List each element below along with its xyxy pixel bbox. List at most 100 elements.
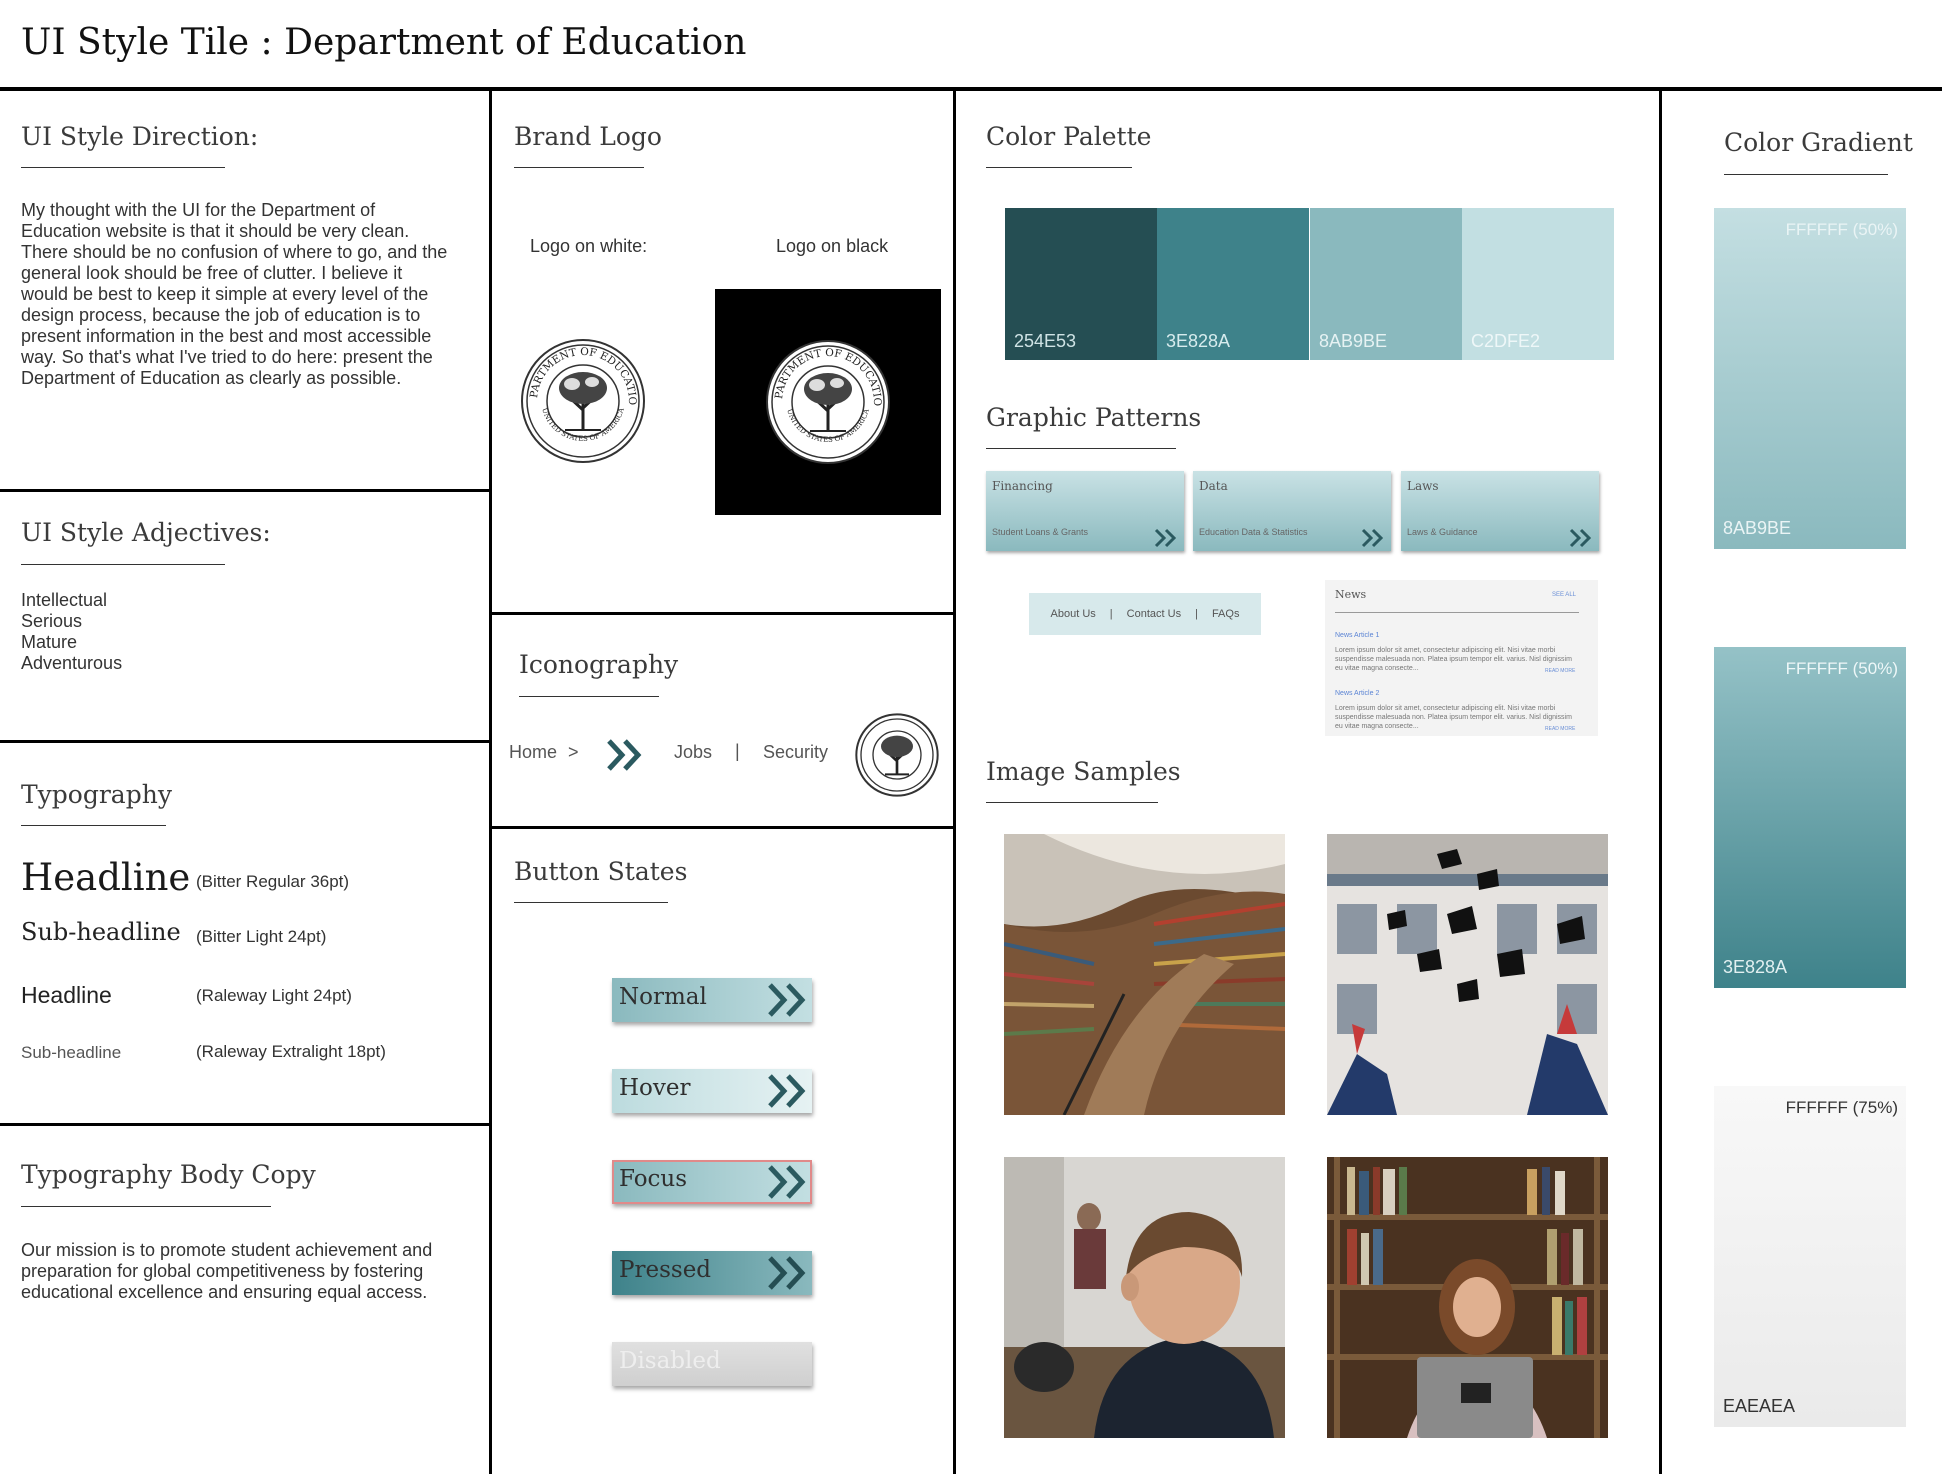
student-laptop-photo	[1327, 1157, 1608, 1438]
button-disabled: Disabled	[612, 1342, 812, 1386]
logo-black-background: DEPARTMENT OF EDUCATION UNITED STATES OF…	[715, 289, 941, 515]
pattern-card-financing[interactable]: Financing Student Loans & Grants	[986, 471, 1184, 551]
swatch-hex: C2DFE2	[1471, 331, 1541, 351]
news-article-title[interactable]: News Article 2	[1335, 690, 1379, 697]
title-underline	[519, 696, 659, 697]
headline-sample: Headline	[21, 856, 191, 899]
page-title: UI Style Tile : Department of Education	[21, 22, 747, 63]
font-spec: (Bitter Light 24pt)	[196, 927, 327, 946]
logo-on-white-label: Logo on white:	[530, 236, 648, 256]
gradient-bottom-label: 3E828A	[1723, 957, 1788, 977]
gradient-top-label: FFFFFF (50%)	[1785, 659, 1898, 678]
news-article-title[interactable]: News Article 1	[1335, 632, 1379, 639]
news-article-body: Lorem ipsum dolor sit amet, consectetur …	[1335, 647, 1572, 672]
nav-link-about[interactable]: About Us	[1051, 608, 1096, 620]
row-divider	[492, 612, 953, 615]
nav-link-contact[interactable]: Contact Us	[1127, 608, 1181, 620]
button-pressed[interactable]: Pressed	[612, 1251, 812, 1295]
color-swatch: C2DFE2	[1462, 208, 1614, 360]
headline-sample-sans: Headline	[21, 982, 112, 1008]
seal-icon[interactable]	[855, 713, 939, 797]
section-title: UI Style Direction:	[21, 122, 259, 151]
title-underline	[514, 167, 644, 168]
breadcrumb-home[interactable]: Home >	[509, 742, 579, 763]
read-more-link[interactable]: READ MORE	[1545, 668, 1576, 674]
direction-body: My thought with the UI for the Departmen…	[21, 200, 448, 388]
row-divider	[0, 489, 489, 492]
news-see-all-link[interactable]: SEE ALL	[1552, 592, 1576, 598]
nav-link-security[interactable]: Security	[763, 742, 828, 763]
read-more-link[interactable]: READ MORE	[1545, 726, 1576, 732]
card-title: Laws	[1407, 479, 1439, 493]
graduation-photo	[1327, 834, 1608, 1115]
chevron-double-right-icon	[1361, 528, 1384, 548]
title-underline	[514, 902, 668, 903]
card-title: Financing	[992, 479, 1053, 493]
utility-nav-bar: About Us | Contact Us | FAQs	[1029, 593, 1261, 635]
font-spec: (Raleway Light 24pt)	[196, 986, 352, 1005]
button-label: Disabled	[619, 1348, 721, 1374]
row-divider	[0, 740, 489, 743]
list-item: Adventurous	[21, 653, 123, 673]
font-spec: (Bitter Regular 36pt)	[196, 872, 350, 891]
library-photo	[1004, 834, 1285, 1115]
news-article-body: Lorem ipsum dolor sit amet, consectetur …	[1335, 705, 1572, 730]
seal-icon: DEPARTMENT OF EDUCATION UNITED STATES OF…	[765, 339, 890, 464]
section-title: Graphic Patterns	[986, 403, 1202, 432]
button-label: Normal	[619, 984, 707, 1010]
nav-link-faqs[interactable]: FAQs	[1212, 608, 1240, 620]
chevron-double-right-icon	[1569, 528, 1592, 548]
title-underline	[21, 564, 225, 565]
card-subtitle: Laws & Guidance	[1407, 527, 1478, 537]
title-underline	[21, 167, 225, 168]
section-title: Color Gradient	[1724, 128, 1913, 157]
logo-on-black-label: Logo on black	[776, 236, 889, 256]
chevron-double-right-icon	[768, 1256, 806, 1290]
column-divider-2	[953, 91, 956, 1474]
pattern-card-laws[interactable]: Laws Laws & Guidance	[1401, 471, 1599, 551]
title-underline	[986, 167, 1132, 168]
button-label: Hover	[619, 1075, 691, 1101]
color-swatch: 3E828A	[1157, 208, 1309, 360]
nav-separator: |	[1109, 608, 1113, 620]
column-divider-3	[1659, 91, 1662, 1474]
pattern-card-data[interactable]: Data Education Data & Statistics	[1193, 471, 1391, 551]
swatch-hex: 254E53	[1014, 331, 1077, 351]
button-normal[interactable]: Normal	[612, 978, 812, 1022]
font-spec: (Raleway Extralight 18pt)	[196, 1042, 386, 1061]
chevron-double-right-icon	[768, 1165, 806, 1199]
button-focus[interactable]: Focus	[612, 1160, 812, 1204]
breadcrumb-arrow: >	[568, 742, 579, 762]
title-underline	[1724, 174, 1888, 175]
gradient-tile: FFFFFF (50%) 8AB9BE	[1714, 208, 1906, 549]
button-label: Focus	[619, 1166, 688, 1192]
section-title: Iconography	[519, 650, 679, 679]
gradient-top-label: FFFFFF (75%)	[1785, 1098, 1898, 1117]
header-divider	[0, 87, 1942, 91]
nav-link-jobs[interactable]: Jobs	[674, 742, 712, 763]
section-title: Typography Body Copy	[21, 1160, 316, 1189]
row-divider	[492, 826, 953, 829]
color-swatch: 8AB9BE	[1310, 208, 1462, 360]
button-hover[interactable]: Hover	[612, 1069, 812, 1113]
card-subtitle: Education Data & Statistics	[1199, 527, 1308, 537]
gradient-tile: FFFFFF (50%) 3E828A	[1714, 647, 1906, 988]
button-label: Pressed	[619, 1257, 712, 1283]
swatch-hex: 3E828A	[1166, 331, 1231, 351]
nav-separator: |	[735, 741, 740, 761]
gradient-top-label: FFFFFF (50%)	[1785, 220, 1898, 239]
section-title: Color Palette	[986, 122, 1152, 151]
gradient-bottom-label: EAEAEA	[1723, 1396, 1796, 1416]
title-underline	[21, 825, 166, 826]
column-divider-1	[489, 91, 492, 1474]
list-item: Serious	[21, 611, 83, 631]
swatch-hex: 8AB9BE	[1319, 331, 1388, 351]
subheadline-sample-sans: Sub-headline	[21, 1043, 122, 1062]
list-item: Intellectual	[21, 590, 108, 610]
gradient-tile: FFFFFF (75%) EAEAEA	[1714, 1086, 1906, 1427]
news-title: News	[1335, 588, 1367, 601]
chevron-double-right-icon	[768, 1074, 806, 1108]
chevron-double-right-icon[interactable]	[605, 738, 645, 772]
gradient-bottom-label: 8AB9BE	[1723, 518, 1792, 538]
section-title: Brand Logo	[514, 122, 662, 151]
